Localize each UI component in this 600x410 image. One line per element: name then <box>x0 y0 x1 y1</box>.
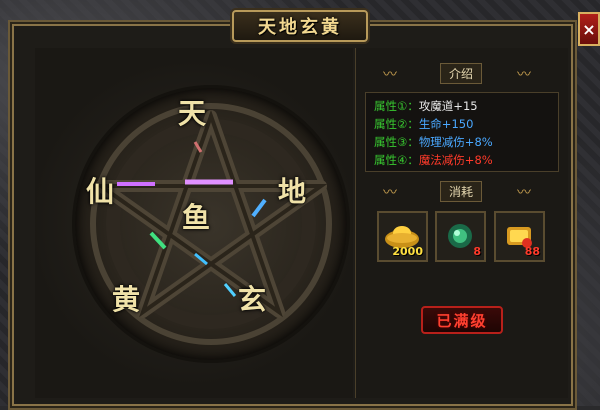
attribute-value: 物理减伤+8% <box>418 135 493 149</box>
cost-slot-jade[interactable]: 8 <box>435 211 486 262</box>
pentagram-icon <box>90 103 332 345</box>
attribute-value: 魔法减伤+8% <box>418 153 493 167</box>
glyph-di: 地 <box>278 175 307 208</box>
cost-slot-gold[interactable]: 2000 <box>377 211 428 262</box>
item-count: 2000 <box>392 245 423 258</box>
attribute-label: 属性③： <box>374 135 419 149</box>
item-count: 8 <box>473 245 481 258</box>
attribute-row: 属性④：魔法减伤+8% <box>374 152 493 168</box>
glyph-xian: 仙 <box>86 175 115 208</box>
attribute-value: 攻魔道+15 <box>418 99 478 113</box>
attribute-row: 属性①：攻魔道+15 <box>374 98 478 114</box>
cost-slot-treasure[interactable]: 88 <box>494 211 545 262</box>
max-level-label: 已满级 <box>436 311 488 330</box>
attribute-label: 属性②： <box>374 117 419 131</box>
intro-header-label: 介绍 <box>439 62 482 84</box>
cost-header-label: 消耗 <box>439 180 482 202</box>
glyph-huang: 黄 <box>112 283 141 316</box>
window-title: 天地玄黄 <box>258 17 342 38</box>
attribute-list: 属性①：攻魔道+15 属性②：生命+150 属性③：物理减伤+8% 属性④：魔法… <box>365 92 559 172</box>
ornament-right-icon: 〰 <box>517 185 531 201</box>
attribute-label: 属性④： <box>374 153 419 167</box>
close-button[interactable]: × <box>578 12 600 46</box>
glyph-xuan: 玄 <box>238 283 267 316</box>
glyph-tian: 天 <box>178 97 207 130</box>
attribute-row: 属性②：生命+150 <box>374 116 473 132</box>
ornament-right-icon: 〰 <box>517 67 531 83</box>
close-icon: × <box>582 19 596 39</box>
pentagram-wheel <box>75 88 347 360</box>
max-level-button[interactable]: 已满级 <box>421 306 503 334</box>
attribute-row: 属性③：物理减伤+8% <box>374 134 493 150</box>
attribute-label: 属性①： <box>374 99 419 113</box>
title-plate: 天地玄黄 <box>232 10 368 42</box>
attribute-value: 生命+150 <box>418 117 474 131</box>
glyph-yu: 鱼 <box>182 201 211 234</box>
item-count: 88 <box>524 245 540 258</box>
